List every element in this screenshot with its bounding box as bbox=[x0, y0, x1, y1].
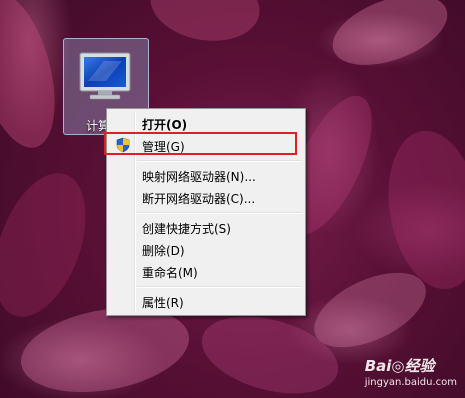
baidu-watermark: Bai◎经验 jingyan.baidu.com bbox=[365, 355, 457, 388]
watermark-url: jingyan.baidu.com bbox=[364, 377, 457, 388]
menu-item-properties[interactable]: 属性(R) bbox=[109, 290, 303, 312]
menu-item-open[interactable]: 打开(O) bbox=[109, 112, 303, 134]
wallpaper-petal bbox=[0, 0, 70, 157]
highlight-annotation-box bbox=[104, 132, 297, 155]
wallpaper-petal bbox=[144, 0, 266, 50]
wallpaper-petal bbox=[0, 160, 104, 330]
menu-item-label: 打开(O) bbox=[142, 118, 188, 132]
monitor-icon bbox=[79, 52, 131, 100]
menu-item-label: 创建快捷方式(S) bbox=[142, 222, 231, 236]
menu-separator bbox=[137, 160, 302, 162]
wallpaper-petal bbox=[323, 0, 457, 79]
menu-separator bbox=[137, 212, 302, 214]
menu-item-map-network-drive[interactable]: 映射网络驱动器(N)... bbox=[109, 164, 303, 186]
menu-separator bbox=[137, 286, 302, 288]
menu-item-delete[interactable]: 删除(D) bbox=[109, 238, 303, 260]
menu-item-label: 映射网络驱动器(N)... bbox=[142, 170, 256, 184]
desktop-wallpaper: 计算 打开(O) 管理(G) 映射网络驱动器(N)... 断开网络驱动器(C).… bbox=[0, 0, 465, 398]
menu-item-disconnect-network-drive[interactable]: 断开网络驱动器(C)... bbox=[109, 186, 303, 208]
menu-item-rename[interactable]: 重命名(M) bbox=[109, 260, 303, 282]
watermark-logo: Bai◎经验 bbox=[364, 357, 435, 375]
menu-item-label: 重命名(M) bbox=[142, 266, 198, 280]
menu-item-create-shortcut[interactable]: 创建快捷方式(S) bbox=[109, 216, 303, 238]
wallpaper-petal bbox=[376, 123, 465, 297]
menu-item-label: 断开网络驱动器(C)... bbox=[142, 192, 256, 206]
menu-item-label: 属性(R) bbox=[142, 296, 184, 310]
menu-item-label: 删除(D) bbox=[142, 244, 185, 258]
